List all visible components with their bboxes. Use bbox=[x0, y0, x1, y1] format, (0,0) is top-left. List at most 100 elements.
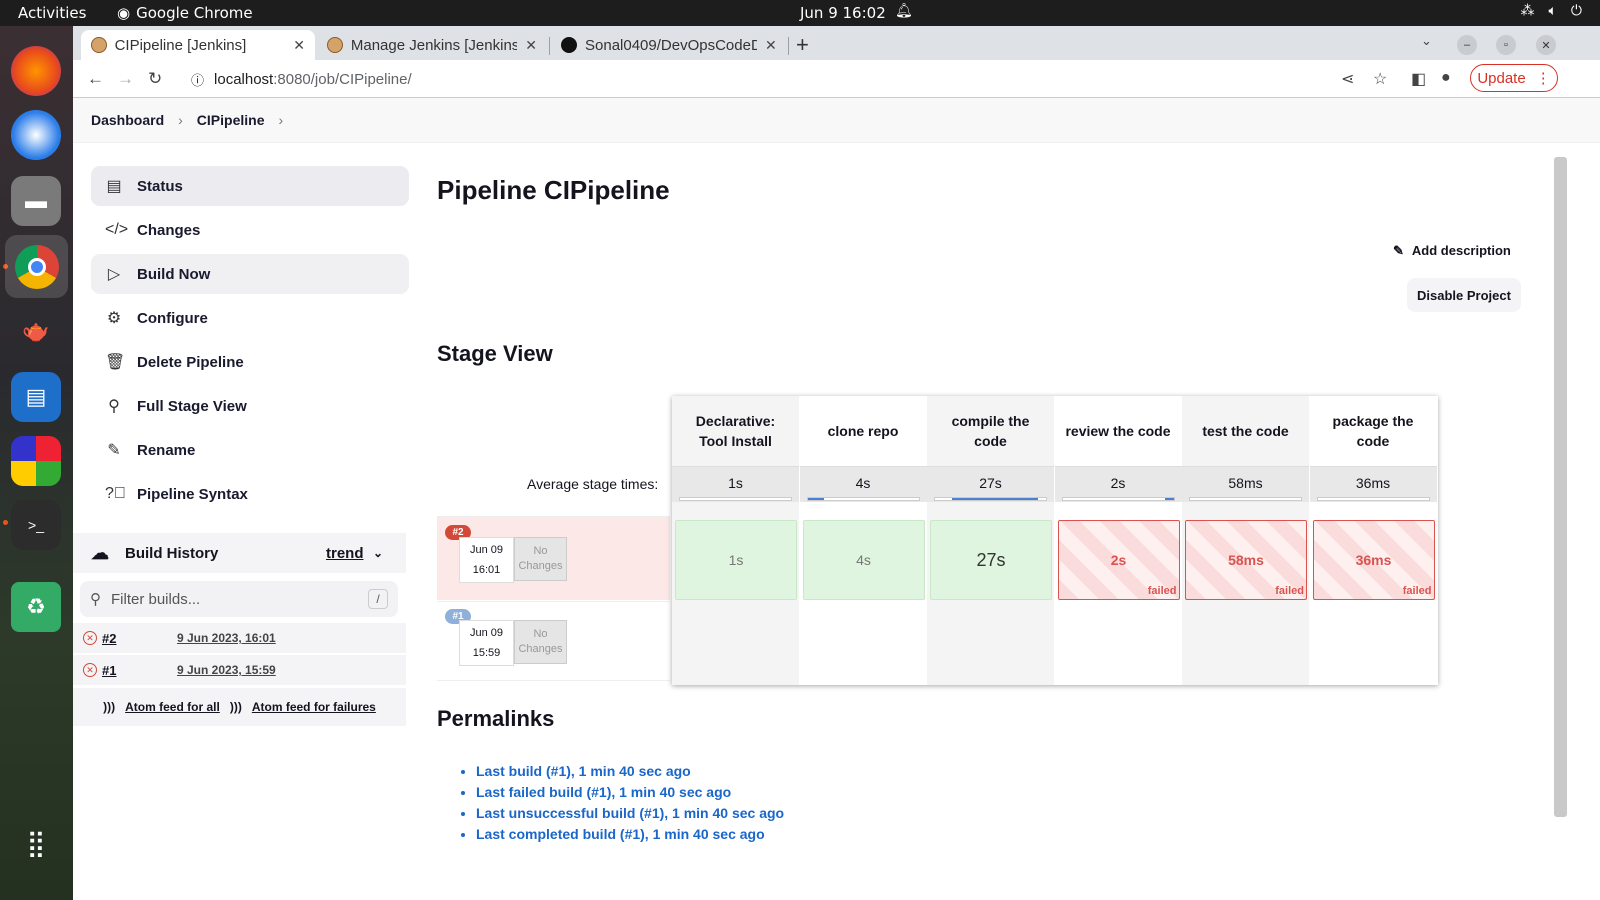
apps-grid-icon[interactable]: ⣿ bbox=[11, 818, 61, 868]
reload-icon[interactable]: ↻ bbox=[148, 69, 162, 89]
stage-view-title: Stage View bbox=[437, 341, 553, 366]
chevron-down-icon[interactable]: ⌄ bbox=[373, 546, 383, 560]
firefox-icon[interactable] bbox=[11, 46, 61, 96]
writer-icon[interactable]: ▤ bbox=[11, 372, 61, 422]
maximize-button[interactable]: ▫ bbox=[1496, 35, 1516, 55]
sidebar-item-label: Configure bbox=[137, 309, 208, 327]
volume-icon: 🔈︎ bbox=[1548, 3, 1557, 19]
tab-search-icon[interactable]: ⌄ bbox=[1421, 33, 1432, 49]
sidebar-item-configure[interactable]: ⚙ Configure bbox=[91, 298, 409, 338]
tab-separator bbox=[549, 37, 550, 55]
gear-icon: ⚙ bbox=[106, 310, 122, 327]
side-panel-icon[interactable]: ◧ bbox=[1411, 69, 1426, 89]
atom-feed-all-link[interactable]: Atom feed for all bbox=[125, 700, 220, 714]
close-icon[interactable]: ✕ bbox=[765, 37, 777, 54]
page-title: Pipeline CIPipeline bbox=[437, 175, 670, 205]
breadcrumb: Dashboard › CIPipeline › bbox=[73, 98, 1600, 143]
run-date-box: Jun 09 15:59 bbox=[459, 620, 514, 666]
rss-icon: ))) bbox=[229, 700, 242, 714]
sidebar-item-status[interactable]: ▤ Status bbox=[91, 166, 409, 206]
tab-strip: CIPipeline [Jenkins] ✕ Manage Jenkins [Je… bbox=[73, 26, 1600, 60]
clock[interactable]: Jun 9 16:02 bbox=[800, 4, 886, 22]
breadcrumb-dashboard[interactable]: Dashboard bbox=[91, 112, 164, 128]
new-tab-button[interactable]: + bbox=[796, 32, 809, 58]
disable-project-button[interactable]: Disable Project bbox=[1407, 278, 1521, 312]
back-icon[interactable]: ← bbox=[87, 69, 104, 89]
thunderbird-icon[interactable] bbox=[11, 110, 61, 160]
bookmark-star-icon[interactable]: ☆ bbox=[1373, 69, 1387, 89]
pencil-icon: ✎ bbox=[107, 442, 121, 459]
app-menu[interactable]: ◉ Google Chrome bbox=[117, 4, 253, 22]
github-icon bbox=[561, 37, 577, 53]
profile-avatar-icon[interactable]: ● bbox=[1441, 69, 1451, 87]
more-menu-icon: ⋮ bbox=[1535, 70, 1551, 87]
build-date-link[interactable]: 9 Jun 2023, 16:01 bbox=[177, 631, 276, 645]
share-icon[interactable]: ⋖ bbox=[1341, 69, 1354, 89]
stage-cell-failed[interactable]: 2s failed bbox=[1057, 520, 1180, 600]
run-row-2-info: #2 Jun 09 16:01 No Changes bbox=[437, 516, 670, 600]
activities-button[interactable]: Activities bbox=[18, 4, 86, 22]
stage-header: clone repo bbox=[827, 423, 899, 439]
sidebar-item-full-stage-view[interactable]: ⚲ Full Stage View bbox=[91, 386, 409, 426]
permalink-last-completed-build[interactable]: Last completed build (#1), 1 min 40 sec … bbox=[476, 824, 784, 845]
breadcrumb-cipipeline[interactable]: CIPipeline bbox=[197, 112, 265, 128]
sidebar-item-rename[interactable]: ✎ Rename bbox=[91, 430, 409, 470]
chrome-dock-icon[interactable] bbox=[5, 235, 68, 298]
stage-cell-success[interactable]: 27s bbox=[930, 520, 1052, 600]
build-row-2[interactable]: ✕ #2 9 Jun 2023, 16:01 bbox=[73, 623, 406, 653]
build-number-link[interactable]: #2 bbox=[102, 631, 116, 646]
tab-manage-jenkins[interactable]: Manage Jenkins [Jenkins] ✕ bbox=[317, 30, 547, 60]
stage-cell-success[interactable]: 4s bbox=[802, 520, 925, 600]
permalink-last-unsuccessful-build[interactable]: Last unsuccessful build (#1), 1 min 40 s… bbox=[476, 803, 784, 824]
run-date: Jun 09 bbox=[469, 544, 504, 556]
chevron-right-icon[interactable]: › bbox=[278, 112, 283, 128]
sidebar-item-build-now[interactable]: ▷ Build Now bbox=[91, 254, 409, 294]
tab-title: CIPipeline [Jenkins] bbox=[114, 36, 247, 54]
terminal-icon[interactable]: >_ bbox=[11, 500, 61, 550]
tab-github[interactable]: Sonal0409/DevOpsCodeDemo ✕ bbox=[551, 30, 787, 60]
add-description-link[interactable]: ✎ Add description bbox=[1393, 243, 1511, 259]
minimize-button[interactable]: – bbox=[1457, 35, 1477, 55]
stage-average: 4s bbox=[799, 466, 927, 502]
run-date-box: Jun 09 16:01 bbox=[459, 537, 514, 583]
trend-link[interactable]: trend bbox=[326, 545, 364, 562]
forward-icon[interactable]: → bbox=[117, 69, 134, 89]
stage-average-time: 1s bbox=[728, 475, 743, 491]
stage-view-table: Declarative: Tool Install 1s 1s clone repo 4… bbox=[672, 396, 1438, 685]
filter-builds-field[interactable]: ⚲ Filter builds... / bbox=[80, 581, 398, 617]
failed-status-icon: ✕ bbox=[83, 663, 97, 677]
no-changes-box: No Changes bbox=[514, 620, 567, 664]
stage-cell-time: 2s bbox=[1110, 552, 1127, 568]
build-number-link[interactable]: #1 bbox=[102, 663, 116, 678]
address-bar[interactable]: ⓘ localhost:8080/job/CIPipeline/ bbox=[179, 64, 1469, 94]
app-icon[interactable]: 🫖 bbox=[11, 306, 61, 356]
files-icon[interactable]: ▬ bbox=[11, 176, 61, 226]
stage-progress-fill bbox=[1164, 498, 1174, 500]
build-row-1[interactable]: ✕ #1 9 Jun 2023, 15:59 bbox=[73, 655, 406, 685]
sidebar-item-pipeline-syntax[interactable]: ?⃝ Pipeline Syntax bbox=[91, 474, 409, 514]
close-icon[interactable]: ✕ bbox=[525, 37, 537, 54]
update-label: Update bbox=[1477, 69, 1526, 87]
software-icon[interactable] bbox=[11, 436, 61, 486]
stage-cell-failed[interactable]: 58ms failed bbox=[1185, 520, 1307, 600]
close-icon[interactable]: ✕ bbox=[293, 37, 305, 54]
sidebar-item-delete-pipeline[interactable]: 🗑︎ Delete Pipeline bbox=[91, 342, 409, 382]
sidebar-item-label: Build Now bbox=[137, 265, 211, 283]
system-tray[interactable]: ⁂ 🔈︎ ⏻ bbox=[1521, 3, 1582, 19]
page-scrollbar[interactable] bbox=[1554, 157, 1567, 817]
close-window-button[interactable]: ✕ bbox=[1536, 35, 1556, 55]
build-date-link[interactable]: 9 Jun 2023, 15:59 bbox=[177, 663, 276, 677]
tab-cipipeline[interactable]: CIPipeline [Jenkins] ✕ bbox=[81, 30, 315, 60]
trash-icon[interactable]: ♻ bbox=[11, 582, 61, 632]
atom-feed-failures-link[interactable]: Atom feed for failures bbox=[252, 700, 376, 714]
permalink-last-failed-build[interactable]: Last failed build (#1), 1 min 40 sec ago bbox=[476, 782, 784, 803]
sidebar-item-changes[interactable]: </> Changes bbox=[91, 210, 409, 250]
chevron-right-icon: › bbox=[178, 112, 183, 128]
stage-cell-failed[interactable]: 36ms failed bbox=[1312, 520, 1435, 600]
stage-cell-success[interactable]: 1s bbox=[675, 520, 797, 600]
stage-progress-fill bbox=[951, 498, 1039, 500]
update-button[interactable]: Update ⋮ bbox=[1470, 64, 1558, 92]
permalink-last-build[interactable]: Last build (#1), 1 min 40 sec ago bbox=[476, 761, 784, 782]
stage-column: clone repo 4s 4s bbox=[799, 396, 927, 685]
sidebar-item-label: Delete Pipeline bbox=[137, 353, 244, 371]
